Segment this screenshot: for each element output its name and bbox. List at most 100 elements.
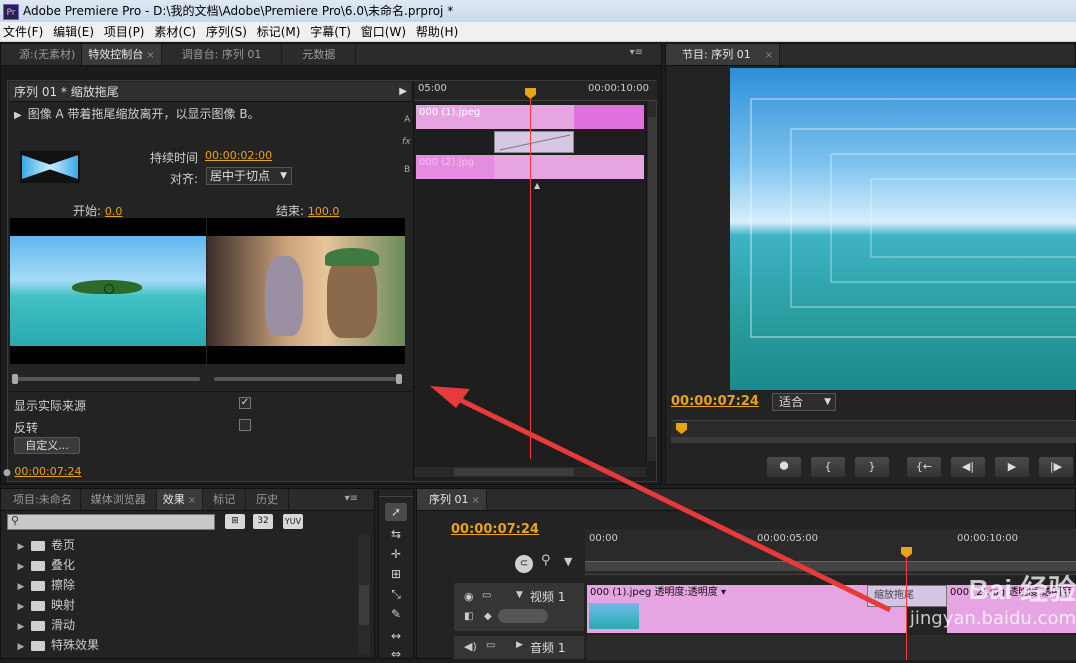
go-to-in-button[interactable]: {← bbox=[906, 456, 942, 478]
program-playhead-icon[interactable] bbox=[676, 423, 687, 434]
show-source-checkbox[interactable]: ✓ bbox=[239, 397, 251, 409]
accelerated-effects-icon[interactable]: ⊞ bbox=[225, 514, 245, 529]
slip-tool-icon[interactable]: ↔ bbox=[385, 627, 407, 645]
speaker-icon[interactable]: ◀) bbox=[464, 640, 477, 653]
mark-in-button[interactable]: { bbox=[810, 456, 846, 478]
step-back-button[interactable]: ◀| bbox=[950, 456, 986, 478]
tab-audio-mixer[interactable]: 调音台: 序列 01 bbox=[162, 44, 283, 65]
menu-sequence[interactable]: 序列(S) bbox=[203, 22, 250, 42]
menu-edit[interactable]: 编辑(E) bbox=[50, 22, 97, 42]
tab-sequence[interactable]: 序列 01 × bbox=[417, 489, 487, 510]
tab-history[interactable]: 历史 bbox=[246, 489, 290, 510]
list-item[interactable]: ▶ 叠化 bbox=[11, 555, 356, 575]
tab-effects[interactable]: 效果 × bbox=[156, 489, 204, 510]
track-select-tool-icon[interactable]: ⇆ bbox=[385, 525, 407, 543]
32bit-effects-icon[interactable]: 32 bbox=[253, 514, 273, 529]
yuv-effects-icon[interactable]: YUV bbox=[283, 514, 303, 529]
expand-triangle-icon[interactable]: ▶ bbox=[11, 557, 31, 577]
add-marker-icon[interactable]: ⚲ bbox=[541, 553, 551, 568]
duration-value[interactable]: 00:00:02:00 bbox=[205, 149, 272, 162]
rolling-edit-tool-icon[interactable]: ⊞ bbox=[385, 565, 407, 583]
panel-menu-icon[interactable]: ▾≡ bbox=[345, 493, 358, 504]
end-value[interactable]: 100.0 bbox=[308, 205, 340, 218]
add-marker-button[interactable]: ⯃ bbox=[766, 456, 802, 478]
vscroll-thumb[interactable] bbox=[648, 117, 656, 437]
list-item[interactable]: ▶ 特殊效果 bbox=[11, 635, 356, 655]
effect-controls-tabbar: 源:(无素材) 特效控制台 × 调音台: 序列 01 元数据 bbox=[1, 44, 661, 66]
expand-audio-icon[interactable]: ▶ bbox=[516, 640, 523, 650]
keyframe-toggle[interactable] bbox=[498, 609, 548, 623]
expand-track-icon[interactable]: ▼ bbox=[516, 590, 523, 600]
align-dropdown[interactable]: 居中于切点 ▼ bbox=[206, 167, 292, 185]
list-item[interactable]: ▶ 卷页 bbox=[11, 535, 356, 555]
tab-project[interactable]: 项目:未命名 bbox=[1, 489, 81, 510]
mini-horizontal-scrollbar[interactable] bbox=[414, 467, 646, 477]
close-icon[interactable]: × bbox=[146, 50, 154, 61]
mini-transition[interactable] bbox=[494, 131, 574, 153]
marker-icon[interactable]: ▼ bbox=[564, 555, 572, 568]
audio-lock-icon[interactable]: ▭ bbox=[486, 640, 495, 651]
expand-triangle-icon[interactable]: ▶ bbox=[11, 597, 31, 617]
menu-help[interactable]: 帮助(H) bbox=[413, 22, 461, 42]
mini-vertical-scrollbar[interactable] bbox=[646, 101, 656, 461]
menu-marker[interactable]: 标记(M) bbox=[254, 22, 304, 42]
list-item[interactable]: ▶ 映射 bbox=[11, 595, 356, 615]
keyframe-icon[interactable]: ◧ bbox=[464, 611, 473, 622]
start-slider-thumb[interactable] bbox=[12, 374, 18, 384]
menu-file[interactable]: 文件(F) bbox=[0, 22, 46, 42]
end-label-text: 结束: bbox=[276, 204, 305, 218]
list-item[interactable]: ▶ 滑动 bbox=[11, 615, 356, 635]
effect-timecode[interactable]: 00:00:07:24 bbox=[14, 465, 81, 478]
tab-media-browser[interactable]: 媒体浏览器 bbox=[81, 489, 157, 510]
snap-icon[interactable]: ⊂ bbox=[515, 555, 533, 573]
panel-menu-icon[interactable]: ▾≡ bbox=[630, 47, 643, 58]
list-item[interactable]: ▶ 擦除 bbox=[11, 575, 356, 595]
slide-tool-icon[interactable]: ⇔ bbox=[385, 645, 407, 663]
tab-markers[interactable]: 标记 bbox=[203, 489, 247, 510]
expand-triangle-icon[interactable]: ▶ bbox=[11, 537, 31, 557]
menu-window[interactable]: 窗口(W) bbox=[358, 22, 409, 42]
tab-program[interactable]: 节目: 序列 01 × bbox=[666, 44, 781, 65]
mark-out-button[interactable]: } bbox=[854, 456, 890, 478]
effects-scrollbar[interactable] bbox=[358, 535, 370, 655]
program-timecode[interactable]: 00:00:07:24 bbox=[671, 394, 759, 409]
keyframe-nav-icon[interactable]: ◆ bbox=[484, 611, 492, 622]
effects-search-input[interactable]: ⚲ bbox=[7, 514, 215, 530]
menu-project[interactable]: 项目(P) bbox=[101, 22, 148, 42]
end-slider-thumb[interactable] bbox=[396, 374, 402, 384]
fit-dropdown[interactable]: 适合 ▼ bbox=[772, 393, 836, 411]
play-button[interactable]: ▶ bbox=[994, 456, 1030, 478]
selection-tool-icon[interactable]: ➚ bbox=[385, 503, 407, 521]
expand-triangle-icon[interactable]: ▶ bbox=[11, 637, 31, 657]
close-icon[interactable]: × bbox=[765, 50, 773, 61]
hscroll-thumb[interactable] bbox=[454, 468, 574, 476]
close-icon[interactable]: × bbox=[472, 495, 480, 506]
rate-stretch-tool-icon[interactable]: ⤡ bbox=[385, 585, 407, 603]
start-value[interactable]: 0.0 bbox=[105, 205, 123, 218]
menu-clip[interactable]: 素材(C) bbox=[151, 22, 199, 42]
razor-tool-icon[interactable]: ✎ bbox=[385, 605, 407, 623]
reverse-checkbox[interactable] bbox=[239, 419, 251, 431]
mini-playhead[interactable] bbox=[530, 89, 531, 459]
step-forward-button[interactable]: |▶ bbox=[1038, 456, 1074, 478]
clip1-effect[interactable]: 透明度:透明度 ▾ bbox=[654, 587, 726, 598]
play-preview-icon[interactable]: ▶ bbox=[14, 110, 22, 121]
tab-metadata[interactable]: 元数据 bbox=[282, 44, 357, 65]
tab-source[interactable]: 源:(无素材) bbox=[1, 44, 83, 65]
tab-effect-controls[interactable]: 特效控制台 × bbox=[82, 44, 162, 65]
expand-triangle-icon[interactable]: ▶ bbox=[11, 617, 31, 637]
effects-scroll-thumb[interactable] bbox=[359, 585, 369, 625]
end-slider[interactable] bbox=[214, 374, 402, 384]
eye-icon[interactable]: ◉ bbox=[464, 590, 474, 603]
sequence-timecode[interactable]: 00:00:07:24 bbox=[451, 522, 539, 537]
play-icon[interactable]: ▶ bbox=[399, 82, 407, 102]
ripple-edit-tool-icon[interactable]: ✛ bbox=[385, 545, 407, 563]
program-time-ruler[interactable] bbox=[671, 420, 1076, 443]
start-slider[interactable] bbox=[12, 374, 200, 384]
close-icon[interactable]: × bbox=[188, 495, 196, 506]
menu-title[interactable]: 字幕(T) bbox=[307, 22, 354, 42]
program-zoom-bar[interactable] bbox=[671, 437, 1076, 443]
lock-icon[interactable]: ▭ bbox=[482, 590, 491, 601]
custom-button[interactable]: 自定义... bbox=[14, 437, 80, 454]
expand-triangle-icon[interactable]: ▶ bbox=[11, 577, 31, 597]
